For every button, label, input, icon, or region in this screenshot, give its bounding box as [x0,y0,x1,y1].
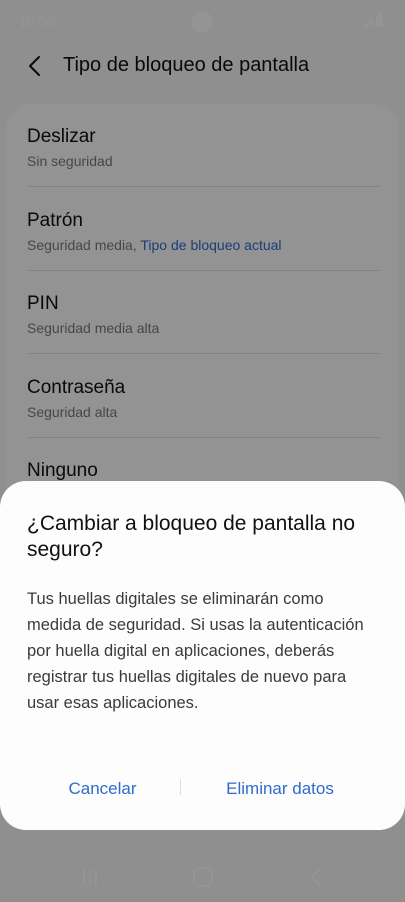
dialog-message: Tus huellas digitales se eliminarán como… [27,590,364,712]
dialog-title: ¿Cambiar a bloqueo de pantalla no seguro… [27,512,356,561]
dialog-actions: Cancelar Eliminar datos [0,771,405,807]
confirm-dialog: ¿Cambiar a bloqueo de pantalla no seguro… [0,481,405,830]
screen: 10:00 Tipo de bloqueo de pantalla Desliz… [0,0,405,902]
delete-data-button[interactable]: Eliminar datos [200,771,360,807]
cancel-button[interactable]: Cancelar [40,771,165,807]
actions-divider [180,779,181,795]
